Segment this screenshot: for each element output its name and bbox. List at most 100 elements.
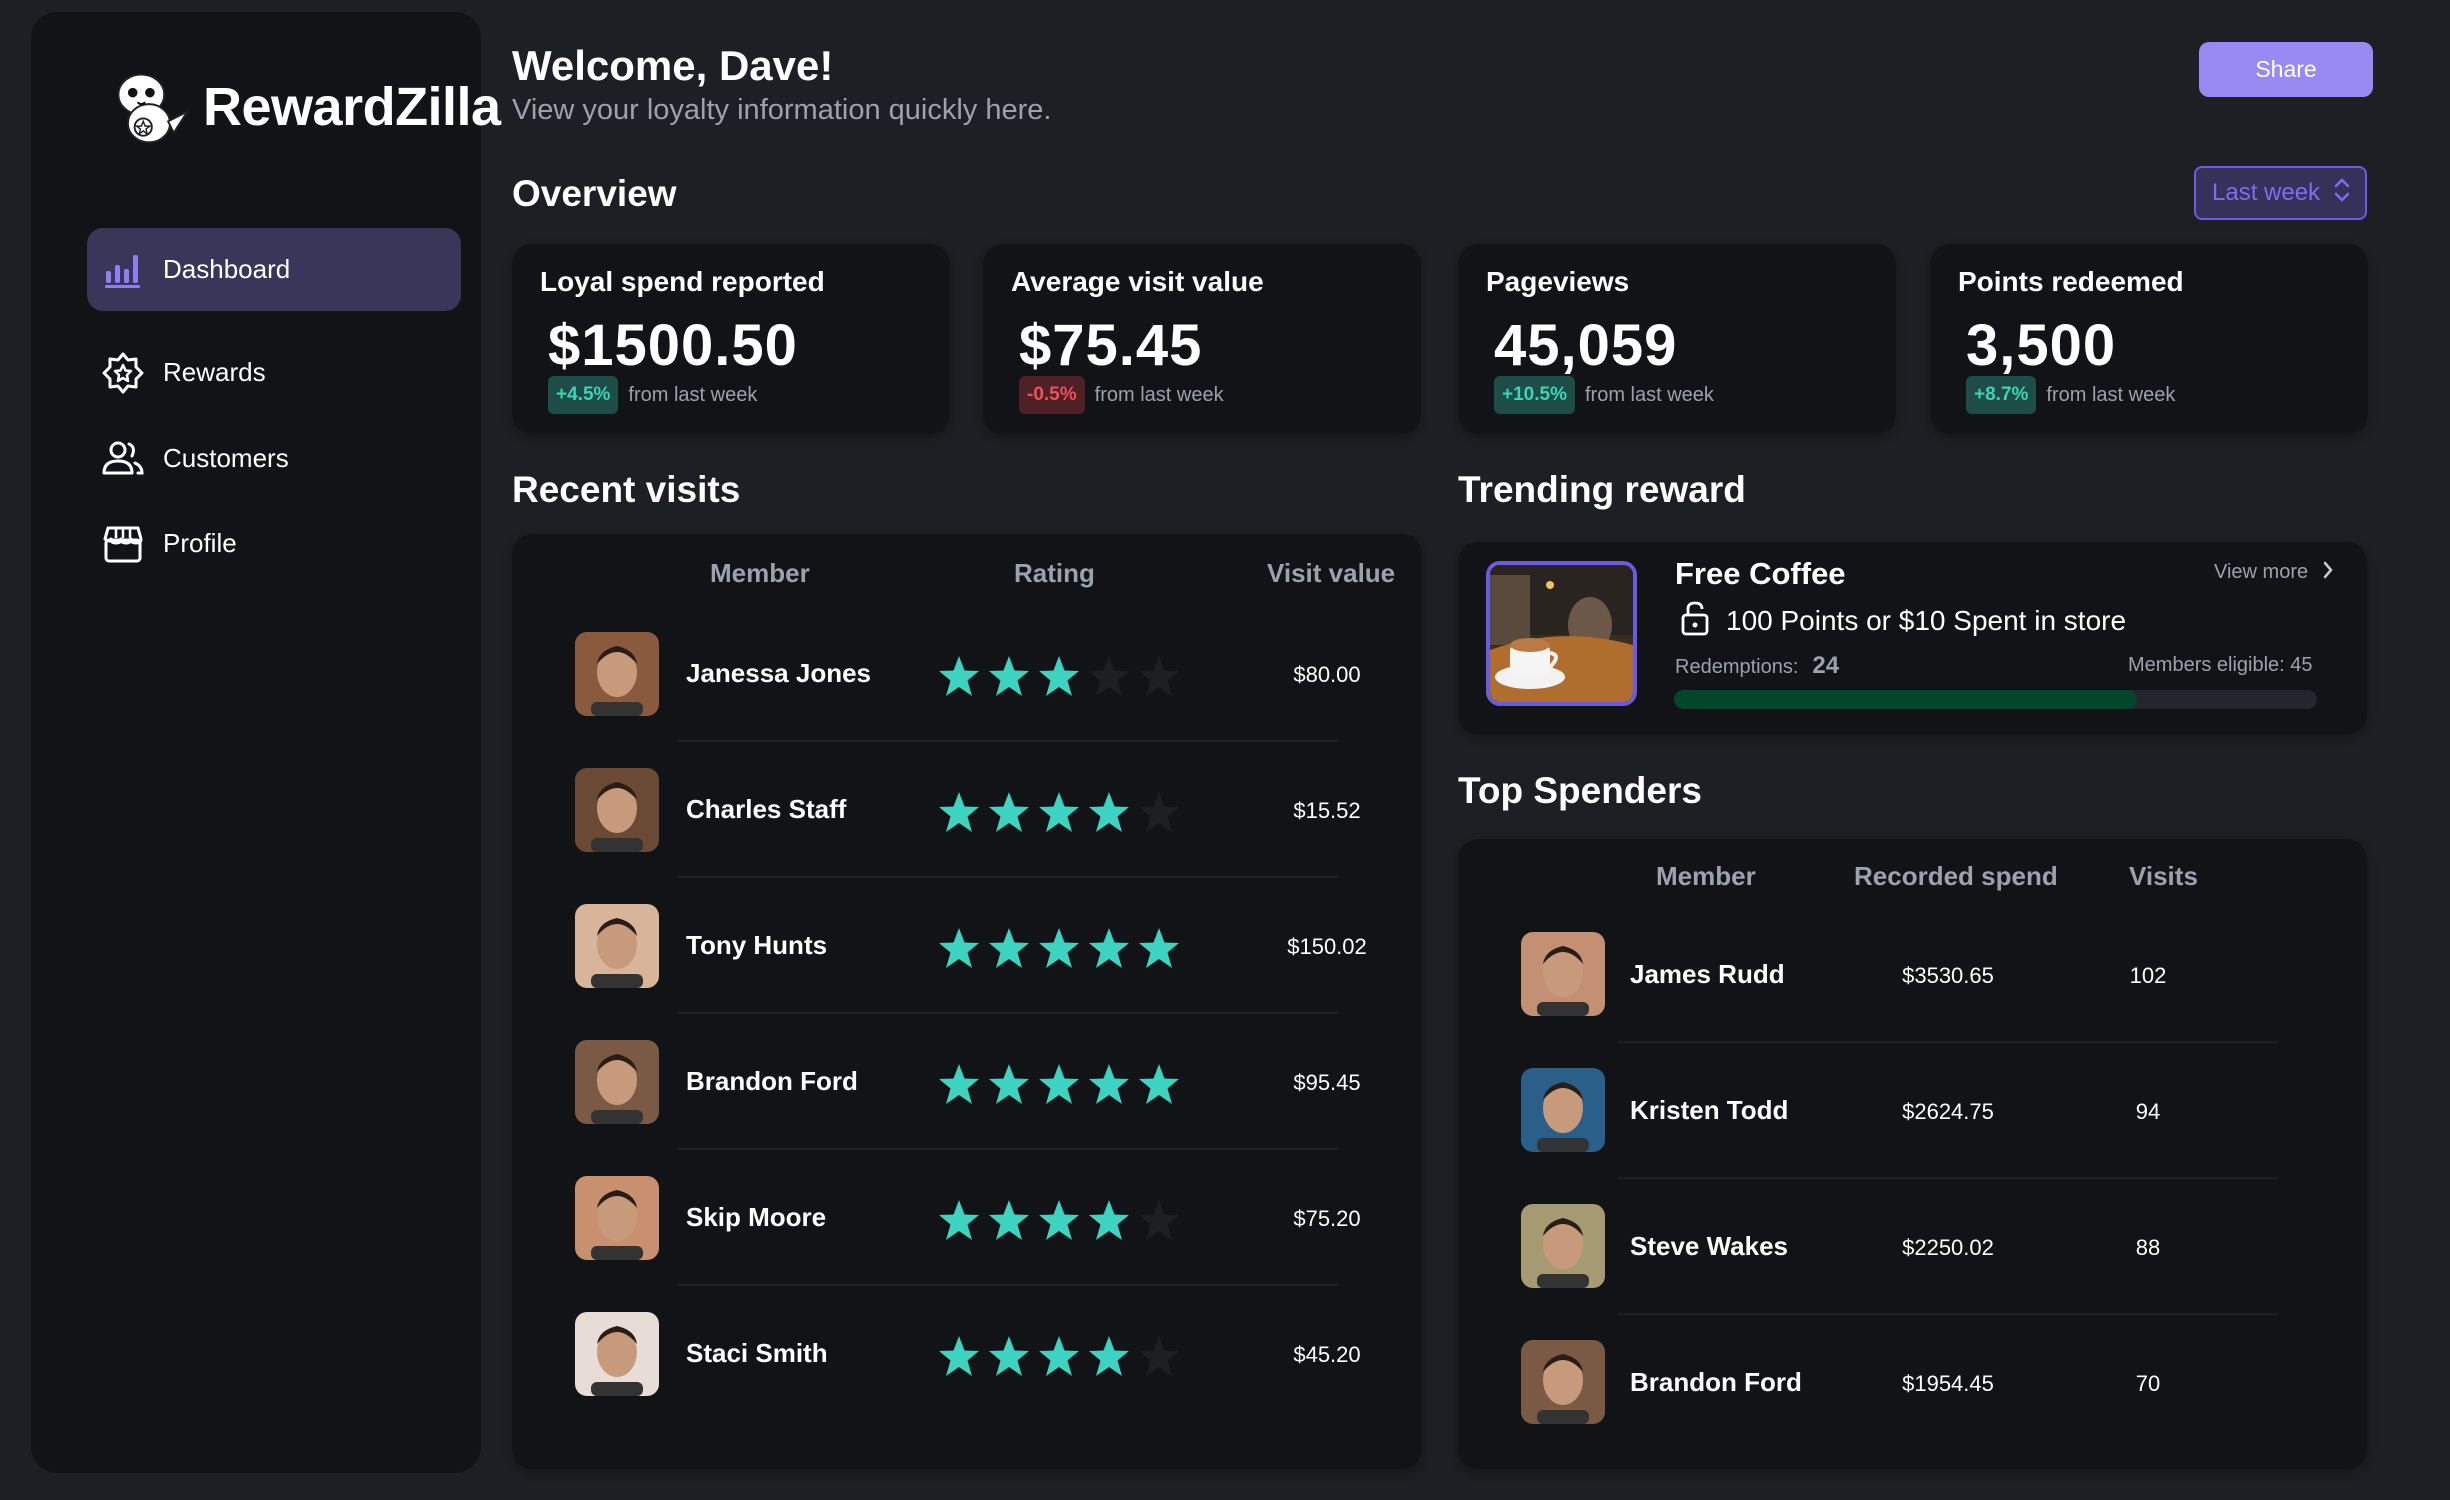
member-name: James Rudd bbox=[1630, 959, 1785, 989]
star-filled-icon bbox=[937, 654, 981, 703]
member-name: Charles Staff bbox=[686, 794, 847, 824]
view-more-label: View more bbox=[2214, 561, 2309, 583]
stat-label: Loyal spend reported bbox=[540, 266, 825, 297]
column-header-member: Member bbox=[710, 558, 810, 588]
avatar bbox=[1521, 1204, 1605, 1288]
star-filled-icon bbox=[1137, 1062, 1181, 1111]
change-suffix: from last week bbox=[1094, 383, 1224, 406]
reward-name: Free Coffee bbox=[1675, 556, 1846, 591]
stat-change: +10.5% from last week bbox=[1494, 376, 1714, 414]
star-filled-icon bbox=[1037, 926, 1081, 975]
table-row[interactable]: Kristen Todd $2624.75 94 bbox=[1458, 1045, 2367, 1181]
visit-value: $75.20 bbox=[1293, 1206, 1361, 1231]
change-suffix: from last week bbox=[2046, 383, 2176, 406]
row-divider bbox=[1618, 1041, 2278, 1043]
stat-change: -0.5% from last week bbox=[1019, 376, 1224, 414]
sidebar-item-label: Customers bbox=[163, 443, 289, 473]
change-badge: +10.5% bbox=[1494, 376, 1575, 414]
stat-card: Points redeemed 3,500 +8.7% from last week bbox=[1930, 244, 2368, 434]
mascot-logo-icon bbox=[117, 73, 190, 144]
stat-card: Average visit value $75.45 -0.5% from last … bbox=[983, 244, 1421, 434]
change-suffix: from last week bbox=[628, 383, 758, 406]
requirement-text: 100 Points or $10 Spent in store bbox=[1726, 604, 2127, 636]
rating-stars bbox=[937, 790, 1181, 839]
star-filled-icon bbox=[937, 790, 981, 839]
stat-card: Pageviews 45,059 +10.5% from last week bbox=[1458, 244, 1896, 434]
stat-label: Points redeemed bbox=[1958, 266, 2184, 297]
sidebar-item-profile[interactable]: Profile bbox=[87, 502, 461, 585]
member-name: Skip Moore bbox=[686, 1202, 827, 1232]
star-empty-icon bbox=[1137, 654, 1181, 703]
star-filled-icon bbox=[1087, 1198, 1131, 1247]
recorded-spend: $3530.65 bbox=[1902, 963, 1994, 988]
date-range-select[interactable]: Last week bbox=[2194, 166, 2367, 220]
table-row[interactable]: Steve Wakes $2250.02 88 bbox=[1458, 1181, 2367, 1317]
star-filled-icon bbox=[937, 1334, 981, 1383]
row-divider bbox=[1618, 1177, 2278, 1179]
redemptions-value: 24 bbox=[1812, 652, 1840, 679]
visit-value: $95.45 bbox=[1293, 1070, 1361, 1095]
users-icon bbox=[101, 437, 145, 481]
star-filled-icon bbox=[1037, 1334, 1081, 1383]
chevron-up-down-icon bbox=[2333, 176, 2351, 211]
reward-requirement: 100 Points or $10 Spent in store bbox=[1680, 600, 2126, 641]
sidebar-item-label: Profile bbox=[163, 528, 237, 558]
visit-value: $15.52 bbox=[1293, 798, 1361, 823]
stat-value: $1500.50 bbox=[548, 313, 798, 378]
visit-count: 70 bbox=[2135, 1371, 2161, 1396]
share-button[interactable]: Share bbox=[2199, 42, 2373, 97]
sidebar-item-rewards[interactable]: Rewards bbox=[87, 331, 461, 414]
app-name: RewardZilla bbox=[203, 77, 501, 137]
table-row[interactable]: Brandon Ford $1954.45 70 bbox=[1458, 1317, 2367, 1453]
table-row[interactable]: Charles Staff $15.52 bbox=[512, 742, 1422, 878]
member-name: Janessa Jones bbox=[686, 658, 872, 688]
unlock-icon bbox=[1680, 600, 1710, 641]
star-badge-icon bbox=[101, 351, 145, 395]
avatar bbox=[575, 1176, 659, 1260]
page-title: Welcome, Dave! bbox=[512, 42, 834, 89]
stat-label: Pageviews bbox=[1486, 266, 1630, 297]
stat-value: 45,059 bbox=[1494, 313, 1678, 378]
column-header-member: Member bbox=[1656, 861, 1756, 891]
table-row[interactable]: Skip Moore $75.20 bbox=[512, 1150, 1422, 1286]
star-empty-icon bbox=[1137, 1334, 1181, 1383]
avatar bbox=[575, 632, 659, 716]
star-filled-icon bbox=[1037, 1198, 1081, 1247]
table-row[interactable]: Janessa Jones $80.00 bbox=[512, 606, 1422, 742]
logo[interactable]: RewardZilla bbox=[105, 64, 501, 150]
table-row[interactable]: Tony Hunts $150.02 bbox=[512, 878, 1422, 1014]
star-filled-icon bbox=[1087, 1334, 1131, 1383]
rating-stars bbox=[937, 926, 1181, 975]
star-filled-icon bbox=[937, 1198, 981, 1247]
sidebar: RewardZilla Dashboard Rewards Customers … bbox=[31, 12, 501, 1473]
rating-stars bbox=[937, 1062, 1181, 1111]
change-badge: +8.7% bbox=[1966, 376, 2037, 414]
page-subtitle: View your loyalty information quickly he… bbox=[512, 94, 1052, 126]
visit-value: $80.00 bbox=[1293, 662, 1361, 687]
storefront-icon bbox=[101, 522, 145, 566]
table-row[interactable]: Staci Smith $45.20 bbox=[512, 1286, 1422, 1422]
star-filled-icon bbox=[987, 1062, 1031, 1111]
sidebar-item-dashboard[interactable]: Dashboard bbox=[87, 228, 461, 311]
stat-label: Average visit value bbox=[1011, 266, 1264, 297]
star-filled-icon bbox=[1137, 926, 1181, 975]
star-filled-icon bbox=[1087, 926, 1131, 975]
star-filled-icon bbox=[937, 926, 981, 975]
view-more-link[interactable]: View more bbox=[2214, 560, 2334, 585]
change-suffix: from last week bbox=[1584, 383, 1714, 406]
top-spenders-heading: Top Spenders bbox=[1458, 770, 1702, 811]
table-row[interactable]: Brandon Ford $95.45 bbox=[512, 1014, 1422, 1150]
visit-value: $150.02 bbox=[1287, 934, 1367, 959]
sidebar-item-label: Rewards bbox=[163, 357, 266, 387]
table-row[interactable]: James Rudd $3530.65 102 bbox=[1458, 909, 2367, 1045]
member-name: Steve Wakes bbox=[1630, 1231, 1789, 1261]
progress-fill bbox=[1674, 690, 2137, 709]
change-badge: +4.5% bbox=[548, 376, 619, 414]
sidebar-item-customers[interactable]: Customers bbox=[87, 417, 461, 500]
avatar bbox=[575, 904, 659, 988]
visit-count: 102 bbox=[2129, 963, 2167, 988]
star-empty-icon bbox=[1087, 654, 1131, 703]
rating-stars bbox=[937, 1334, 1181, 1383]
star-empty-icon bbox=[1137, 790, 1181, 839]
column-header-visit-value: Visit value bbox=[1267, 558, 1396, 588]
